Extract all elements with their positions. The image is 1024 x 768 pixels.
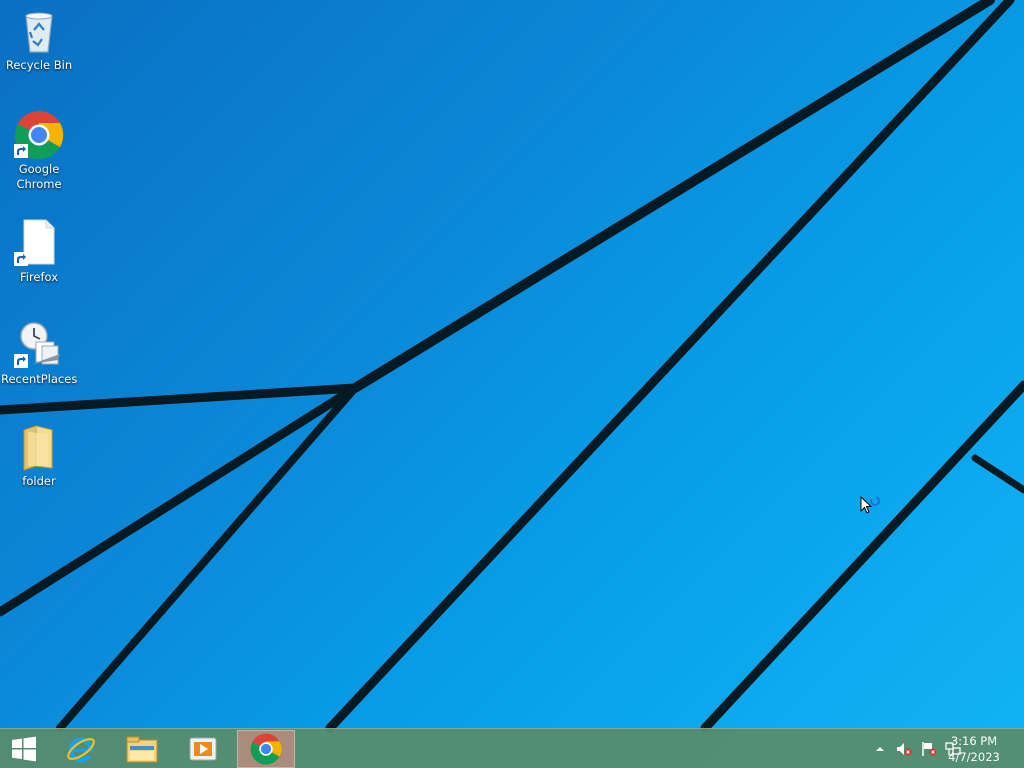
recent-places-icon [14, 320, 64, 370]
shortcut-arrow-icon [14, 252, 28, 266]
chrome-icon [14, 110, 64, 160]
internet-explorer-icon [67, 737, 95, 763]
system-tray: 3:16 PM 4/7/2023 [824, 729, 1024, 768]
media-player-icon [189, 737, 217, 761]
desktop-icon-label: Recycle Bin [5, 58, 73, 72]
taskbar: 3:16 PM 4/7/2023 [0, 728, 1024, 768]
volume-muted-icon[interactable] [896, 741, 912, 757]
desktop-icon-recentplaces[interactable]: RecentPlaces [1, 320, 77, 387]
show-hidden-icons-chevron[interactable] [872, 741, 888, 757]
desktop-icon-label: Firefox [19, 270, 59, 284]
busy-cursor-icon [860, 496, 880, 514]
desktop-icon-recycle-bin[interactable]: Recycle Bin [1, 6, 77, 73]
action-center-flag-icon[interactable] [921, 741, 937, 757]
desktop-icon-label: Google Chrome [16, 162, 62, 191]
desktop-icon-label: folder [22, 474, 56, 488]
wallpaper [0, 0, 1024, 733]
desktop-icon-label: RecentPlaces [1, 372, 78, 386]
desktop-icon-google-chrome[interactable]: Google Chrome [1, 110, 77, 192]
recycle-bin-icon [14, 6, 64, 56]
clock-date: 4/7/2023 [948, 750, 1000, 764]
file-icon [14, 218, 64, 268]
windows-logo-icon [12, 736, 36, 762]
desktop-icon-folder[interactable]: folder [1, 422, 77, 489]
taskbar-google-chrome[interactable] [237, 730, 295, 768]
shortcut-arrow-icon [14, 354, 28, 368]
desktop: Recycle Bin Google Chrome Firefox Recent… [0, 0, 1024, 768]
folder-icon [14, 422, 64, 472]
taskbar-media-player[interactable] [174, 730, 232, 768]
chrome-icon [250, 733, 282, 765]
taskbar-file-explorer[interactable] [113, 730, 171, 768]
shortcut-arrow-icon [14, 144, 28, 158]
clock-time: 3:16 PM [950, 734, 998, 748]
file-explorer-icon [126, 736, 158, 763]
start-button[interactable] [0, 730, 48, 768]
taskbar-internet-explorer[interactable] [52, 730, 110, 768]
clock[interactable]: 3:16 PM 4/7/2023 [944, 733, 1004, 765]
desktop-icon-firefox[interactable]: Firefox [1, 218, 77, 285]
